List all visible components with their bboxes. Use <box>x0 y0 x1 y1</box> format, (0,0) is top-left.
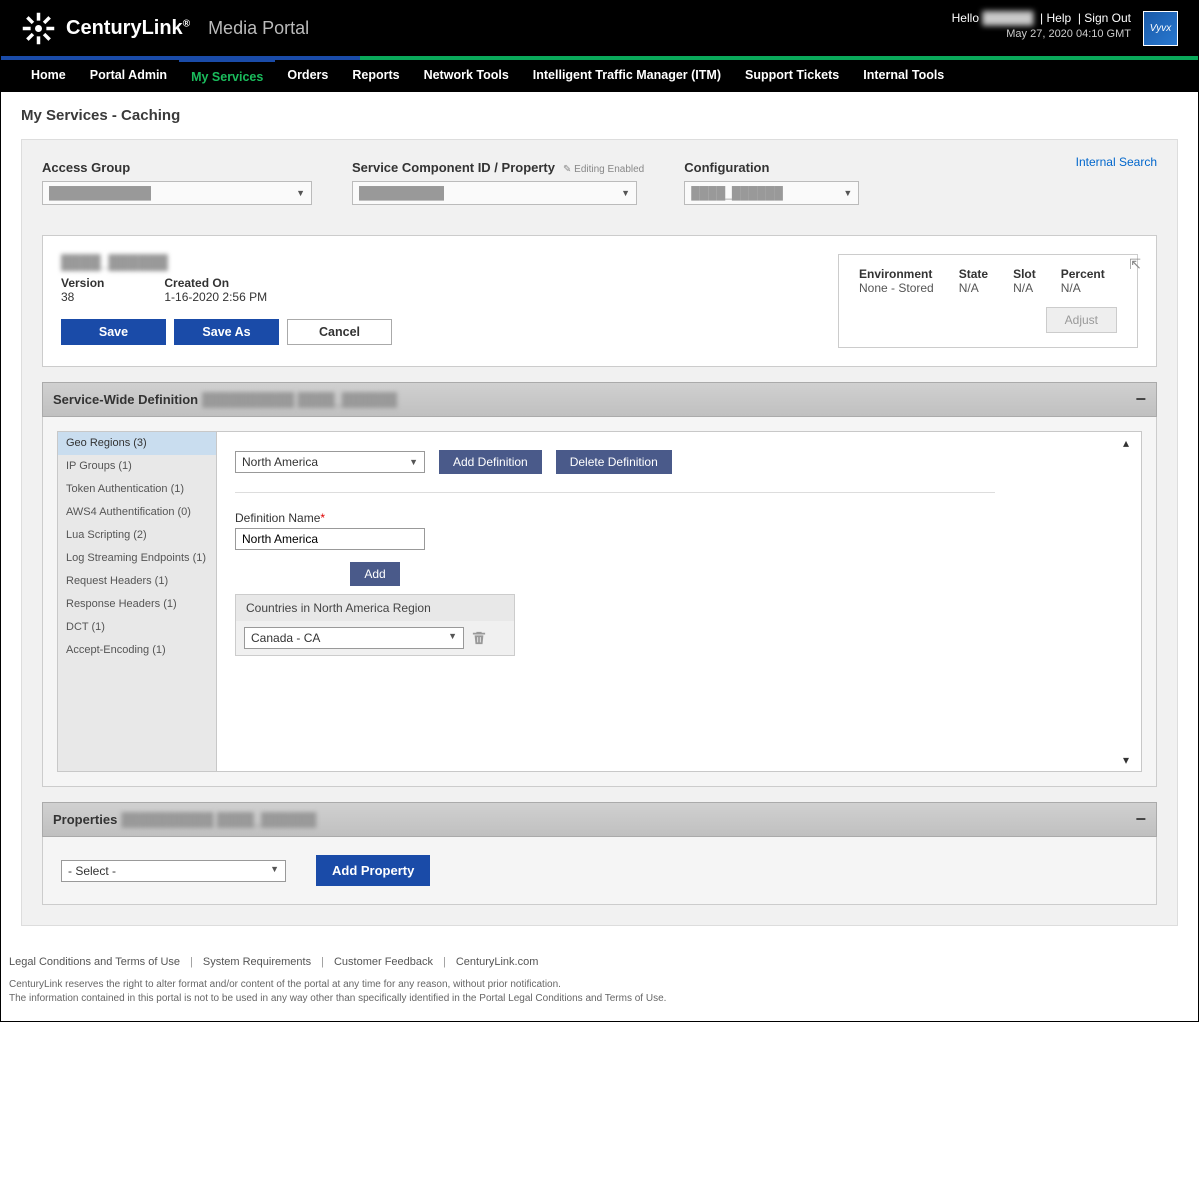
signout-link[interactable]: Sign Out <box>1084 11 1131 25</box>
property-select[interactable]: - Select -▼ <box>61 860 286 882</box>
footer-link-system-requirements[interactable]: System Requirements <box>203 956 311 968</box>
username: ██████ <box>982 11 1033 25</box>
percent-label: Percent <box>1061 267 1105 281</box>
properties-header: Properties██████████ ████_██████ − <box>42 802 1157 837</box>
header-date: May 27, 2020 04:10 GMT <box>952 28 1131 40</box>
sidebar-item-request-headers-1[interactable]: Request Headers (1) <box>58 570 216 593</box>
region-box-title: Countries in North America Region <box>236 595 514 621</box>
configuration-label: Configuration <box>684 160 859 175</box>
expand-icon[interactable]: ⇱ <box>1129 256 1141 273</box>
percent-value: N/A <box>1061 281 1105 295</box>
swd-sidebar: Geo Regions (3)IP Groups (1)Token Authen… <box>57 431 217 772</box>
main-nav: HomePortal AdminMy ServicesOrdersReports… <box>1 60 1198 92</box>
def-name-input[interactable] <box>235 528 425 550</box>
nav-item-home[interactable]: Home <box>19 60 78 92</box>
properties-collapse-icon[interactable]: − <box>1135 809 1146 830</box>
delete-definition-button[interactable]: Delete Definition <box>556 450 672 474</box>
sidebar-item-aws4-authentification-0[interactable]: AWS4 Authentification (0) <box>58 501 216 524</box>
scroll-down-icon[interactable]: ▾ <box>1123 753 1137 767</box>
sidebar-item-ip-groups-1[interactable]: IP Groups (1) <box>58 455 216 478</box>
add-button[interactable]: Add <box>350 562 399 586</box>
region-box: Countries in North America Region Canada… <box>235 594 515 656</box>
footer-disclaimer-2: The information contained in this portal… <box>9 992 1190 1006</box>
page-title: My Services - Caching <box>21 107 1178 124</box>
sidebar-item-log-streaming-endpoints-1[interactable]: Log Streaming Endpoints (1) <box>58 547 216 570</box>
footer: Legal Conditions and Terms of Use|System… <box>1 941 1198 1021</box>
nav-item-orders[interactable]: Orders <box>275 60 340 92</box>
version-label: Version <box>61 276 104 290</box>
vyvx-badge-icon: Vyvx <box>1143 11 1178 46</box>
trash-icon[interactable] <box>472 631 486 645</box>
environment-box: EnvironmentNone - Stored StateN/A SlotN/… <box>838 254 1138 348</box>
slot-value: N/A <box>1013 281 1036 295</box>
env-label: Environment <box>859 267 934 281</box>
nav-item-intelligent-traffic-manager-itm-[interactable]: Intelligent Traffic Manager (ITM) <box>521 60 733 92</box>
scid-label: Service Component ID / Property✎ Editing… <box>352 160 644 175</box>
add-property-button[interactable]: Add Property <box>316 855 430 886</box>
env-value: None - Stored <box>859 281 934 295</box>
sidebar-item-accept-encoding-1[interactable]: Accept-Encoding (1) <box>58 639 216 662</box>
save-button[interactable]: Save <box>61 319 166 345</box>
country-select[interactable]: Canada - CA▼ <box>244 627 464 649</box>
version-value: 38 <box>61 290 104 304</box>
footer-link-centurylink-com[interactable]: CenturyLink.com <box>456 956 539 968</box>
greeting: Hello <box>952 11 979 25</box>
nav-item-reports[interactable]: Reports <box>340 60 411 92</box>
add-definition-button[interactable]: Add Definition <box>439 450 542 474</box>
slot-label: Slot <box>1013 267 1036 281</box>
sidebar-item-geo-regions-3[interactable]: Geo Regions (3) <box>58 432 216 455</box>
help-link[interactable]: Help <box>1046 11 1071 25</box>
scroll-up-icon[interactable]: ▴ <box>1123 436 1137 450</box>
internal-search-link[interactable]: Internal Search <box>1076 155 1157 169</box>
nav-item-support-tickets[interactable]: Support Tickets <box>733 60 851 92</box>
sidebar-item-lua-scripting-2[interactable]: Lua Scripting (2) <box>58 524 216 547</box>
swd-collapse-icon[interactable]: − <box>1135 389 1146 410</box>
cancel-button[interactable]: Cancel <box>287 319 392 345</box>
footer-disclaimer-1: CenturyLink reserves the right to alter … <box>9 978 1190 992</box>
sidebar-item-token-authentication-1[interactable]: Token Authentication (1) <box>58 478 216 501</box>
save-as-button[interactable]: Save As <box>174 319 279 345</box>
nav-item-internal-tools[interactable]: Internal Tools <box>851 60 956 92</box>
definition-area: ▴ North America▼ Add Definition Delete D… <box>217 431 1142 772</box>
header: CenturyLink® Media Portal Hello ██████ |… <box>1 1 1198 56</box>
region-select[interactable]: North America▼ <box>235 451 425 473</box>
created-value: 1-16-2020 2:56 PM <box>164 290 267 304</box>
portal-name: Media Portal <box>208 18 309 39</box>
adjust-button[interactable]: Adjust <box>1046 307 1117 333</box>
footer-link-customer-feedback[interactable]: Customer Feedback <box>334 956 433 968</box>
nav-item-network-tools[interactable]: Network Tools <box>412 60 521 92</box>
state-label: State <box>959 267 988 281</box>
created-label: Created On <box>164 276 267 290</box>
sidebar-item-dct-1[interactable]: DCT (1) <box>58 616 216 639</box>
swd-header: Service-Wide Definition██████████ ████_█… <box>42 382 1157 417</box>
configuration-select[interactable]: ████_██████▼ <box>684 181 859 205</box>
sidebar-item-response-headers-1[interactable]: Response Headers (1) <box>58 593 216 616</box>
state-value: N/A <box>959 281 988 295</box>
access-group-select[interactable]: ████████████▼ <box>42 181 312 205</box>
nav-item-my-services[interactable]: My Services <box>179 60 275 92</box>
config-title: ████_██████ <box>61 254 838 270</box>
brand-name: CenturyLink® <box>66 17 190 40</box>
centurylink-logo-icon <box>21 11 56 46</box>
access-group-label: Access Group <box>42 160 312 175</box>
scid-select[interactable]: ██████████▼ <box>352 181 637 205</box>
nav-item-portal-admin[interactable]: Portal Admin <box>78 60 179 92</box>
footer-link-legal-conditions-and-terms-of-use[interactable]: Legal Conditions and Terms of Use <box>9 956 180 968</box>
def-name-label: Definition Name* <box>235 511 1123 525</box>
